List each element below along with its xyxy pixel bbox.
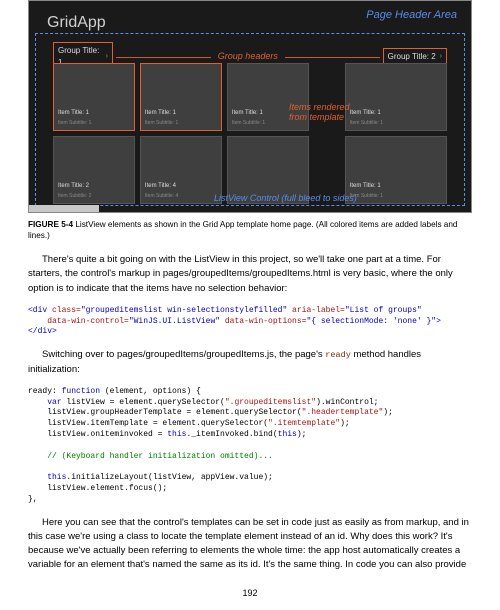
annot-listview-control: ListView Control (full bleed to sides) xyxy=(214,193,357,203)
chevron-right-icon: › xyxy=(106,52,108,63)
group-header-label: Group Title: 2 xyxy=(388,51,436,63)
page: Page Header Area GridApp Group Title: 1 … xyxy=(0,0,500,610)
tile: Item Title: 1Item Subtitle: 1 xyxy=(345,136,447,204)
group-2-tiles: Item Title: 1Item Subtitle: 1 Item Title… xyxy=(345,63,447,204)
para-2: Switching over to pages/groupedItems/gro… xyxy=(28,348,472,377)
scrollbar-stub xyxy=(29,205,99,213)
figure-screenshot: Page Header Area GridApp Group Title: 1 … xyxy=(28,0,472,213)
annot-items-rendered: Items rendered from template xyxy=(289,102,361,123)
annot-line xyxy=(285,57,380,58)
figure-caption: FIGURE 5-4 ListView elements as shown in… xyxy=(28,219,472,241)
chevron-right-icon: › xyxy=(440,52,442,63)
annot-group-headers: Group headers xyxy=(218,50,278,64)
annot-page-header-area: Page Header Area xyxy=(366,7,457,24)
annot-line xyxy=(116,57,211,58)
code-block-1: <div class="groupeditemslist win-selecti… xyxy=(28,306,472,338)
para-3: Here you can see that the control's temp… xyxy=(28,516,472,573)
code-block-2: ready: function (element, options) { var… xyxy=(28,387,472,506)
caption-text: ListView elements as shown in the Grid A… xyxy=(28,220,457,240)
page-number: 192 xyxy=(28,587,472,601)
inline-code-ready: ready xyxy=(325,350,351,360)
tile: Item Title: 1Item Subtitle: 1 xyxy=(140,63,222,131)
caption-label: FIGURE 5-4 xyxy=(28,220,73,229)
para-1: There's quite a bit going on with the Li… xyxy=(28,253,472,296)
tile: Item Title: 4Item Subtitle: 4 xyxy=(140,136,222,204)
tiles-region: Item Title: 1Item Subtitle: 1 Item Title… xyxy=(53,63,447,204)
group-1-tiles: Item Title: 1Item Subtitle: 1 Item Title… xyxy=(53,63,309,204)
tile: Item Title: 2Item Subtitle: 2 xyxy=(53,136,135,204)
app-title: GridApp xyxy=(47,11,106,35)
tile: Item Title: 1Item Subtitle: 1 xyxy=(53,63,135,131)
